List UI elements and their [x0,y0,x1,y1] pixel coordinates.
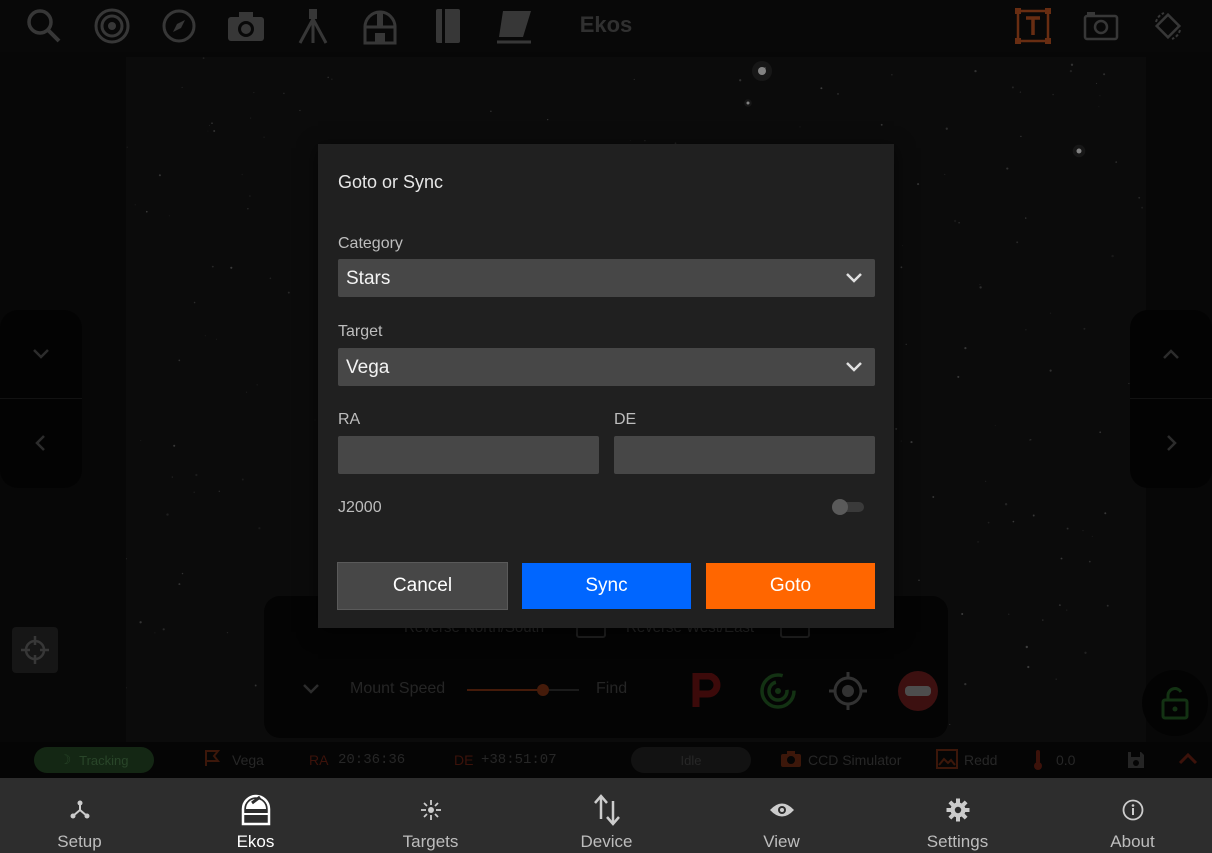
nav-label-settings: Settings [926,832,989,851]
eye-icon [769,790,795,830]
de-input[interactable] [614,436,875,474]
nav-ekos[interactable]: Ekos [168,778,343,853]
j2000-label: J2000 [338,499,382,516]
nav-device[interactable]: Device [519,778,694,853]
nav-view[interactable]: View [694,778,869,853]
j2000-toggle[interactable] [832,499,866,515]
target-label: Target [338,323,383,340]
goto-button[interactable]: Goto [706,563,875,609]
nav-label-setup: Setup [57,832,102,851]
nav-about[interactable]: About [1045,778,1212,853]
toggle-thumb [832,499,848,515]
chevron-down-icon [846,362,862,372]
goto-sync-dialog: Goto or Sync Category Stars Target Vega … [318,144,894,628]
category-select[interactable]: Stars [338,259,875,297]
setup-icon [69,790,91,830]
sync-button[interactable]: Sync [522,563,691,609]
nav-label-targets: Targets [402,832,459,851]
nav-settings[interactable]: Settings [870,778,1045,853]
nav-label-device: Device [580,832,633,851]
ekos-dome-icon [240,790,272,830]
category-label: Category [338,235,403,252]
gear-icon [946,790,970,830]
nav-setup[interactable]: Setup [0,778,167,853]
nav-label-view: View [763,832,800,851]
info-icon [1122,790,1144,830]
ra-input[interactable] [338,436,599,474]
dialog-title: Goto or Sync [338,172,444,192]
category-value: Stars [346,268,391,289]
nav-targets[interactable]: Targets [343,778,518,853]
device-arrows-icon [593,790,621,830]
bottom-navigation: Setup Ekos Targets Device View Settings [0,778,1212,853]
ra-label: RA [338,411,361,428]
target-select[interactable]: Vega [338,348,875,386]
chevron-down-icon [846,273,862,283]
cancel-button[interactable]: Cancel [337,562,508,610]
de-label: DE [614,411,637,428]
nav-label-about: About [1110,832,1155,851]
targets-icon [420,790,442,830]
nav-label-ekos: Ekos [236,832,275,851]
target-value: Vega [346,357,390,378]
